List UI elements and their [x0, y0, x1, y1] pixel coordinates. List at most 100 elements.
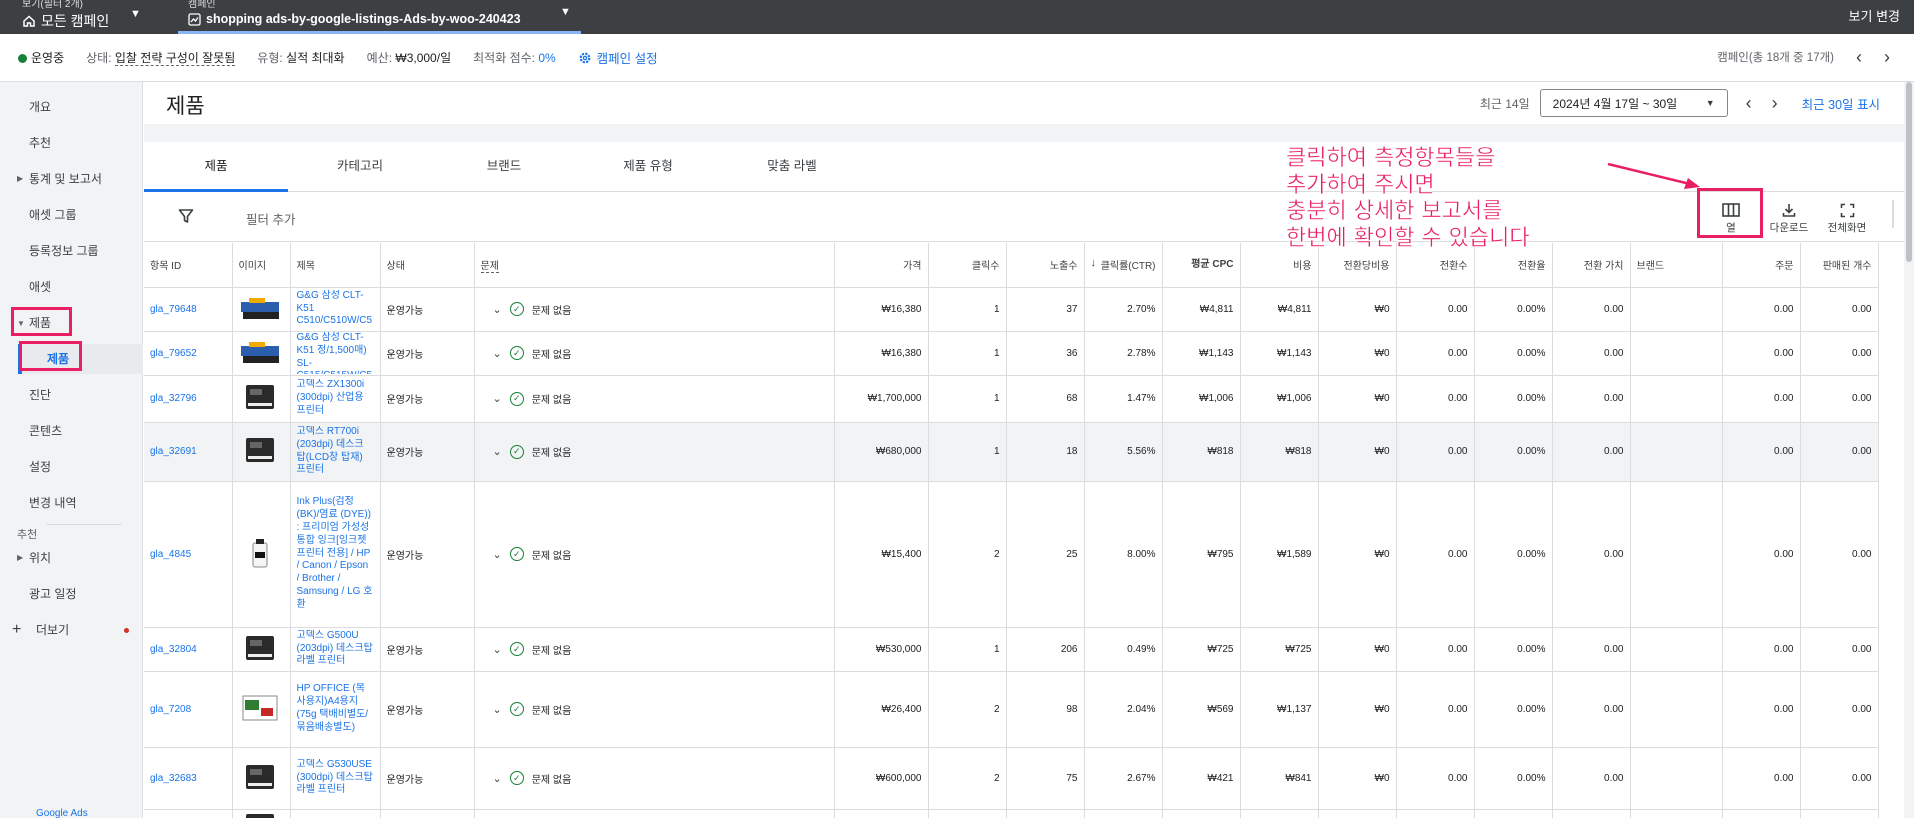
product-thumbnail[interactable] [239, 336, 281, 368]
budget-value[interactable]: ₩3,000/일 [395, 51, 451, 65]
cell-title[interactable]: 고덱스 G500U (203dpi) 데스크탑 라벨 프린터 [290, 627, 381, 672]
cell-item-id[interactable]: gla_4845 [144, 481, 233, 628]
col-item-id[interactable]: 항목 ID [144, 243, 233, 288]
tab-brands[interactable]: 브랜드 [432, 142, 576, 192]
cell-item-id[interactable]: gla_32796 [144, 375, 233, 423]
col-orders[interactable]: 주문 [1722, 243, 1801, 288]
table-row[interactable]: gla_79648 G&G 삼성 CLT-K51 C510/C510W/C5 운영가… [144, 287, 1879, 332]
tab-categories[interactable]: 카테고리 [288, 142, 432, 192]
sidebar-item-overview[interactable]: 개요 [0, 92, 143, 122]
product-thumbnail[interactable] [239, 434, 281, 466]
next-campaign-icon[interactable]: › [1884, 48, 1890, 66]
download-button[interactable]: 다운로드 [1760, 200, 1818, 235]
item-id-link[interactable]: gla_7208 [150, 704, 191, 715]
product-thumbnail[interactable] [239, 810, 281, 818]
expand-chevron-icon[interactable]: ⌄ [493, 772, 502, 785]
product-thumbnail[interactable] [239, 537, 281, 569]
cell-item-id[interactable] [144, 809, 233, 818]
product-title-link[interactable]: 고덱스 ZX1300i (300dpi) 산업용 프린터 [297, 379, 374, 417]
cell-item-id[interactable]: gla_79652 [144, 331, 233, 376]
item-id-link[interactable]: gla_32796 [150, 393, 197, 404]
item-id-link[interactable]: gla_4845 [150, 549, 191, 560]
sidebar-item-asset-groups[interactable]: 애셋 그룹 [0, 200, 143, 230]
cell-title[interactable]: 고덱스 ZX1300i (300dpi) 산업용 프린터 [290, 375, 381, 423]
scrollbar-thumb[interactable] [1906, 82, 1912, 262]
tab-product-types[interactable]: 제품 유형 [576, 142, 720, 192]
sidebar-item-more[interactable]: + 더보기 [0, 615, 143, 645]
expand-chevron-icon[interactable]: ⌄ [493, 703, 502, 716]
cell-item-id[interactable]: gla_32683 [144, 747, 233, 810]
table-row[interactable]: gla_32796 고덱스 ZX1300i (300dpi) 산업용 프린터 운영가… [144, 375, 1879, 423]
col-clicks[interactable]: 클릭수 [928, 243, 1007, 288]
cell-title[interactable]: HP OFFICE (복사용지)A4용지 (75g 택배비별도/묶음배송별도) [290, 671, 381, 748]
cell-item-id[interactable]: gla_32804 [144, 627, 233, 672]
sidebar-item-locations[interactable]: ▶ 위치 [0, 543, 143, 573]
product-thumbnail[interactable] [239, 632, 281, 664]
cell-title[interactable]: 고덱스 ZX1200i [290, 809, 381, 818]
tab-products[interactable]: 제품 [144, 142, 288, 192]
product-title-link[interactable]: HP OFFICE (복사용지)A4용지 (75g 택배비별도/묶음배송별도) [297, 683, 374, 734]
col-status[interactable]: 상태 [380, 243, 475, 288]
expand-chevron-icon[interactable]: ⌄ [493, 445, 502, 458]
col-title[interactable]: 제목 [290, 243, 381, 288]
expand-chevron-icon[interactable]: ⌄ [493, 392, 502, 405]
fullscreen-button[interactable]: 전체화면 [1818, 200, 1876, 235]
table-row[interactable]: gla_79652 G&G 삼성 CLT-K51 정/1,500매) SL-C51… [144, 331, 1879, 376]
product-title-link[interactable]: 고덱스 G500U (203dpi) 데스크탑 라벨 프린터 [297, 630, 374, 668]
table-row[interactable]: gla_32804 고덱스 G500U (203dpi) 데스크탑 라벨 프린터 운… [144, 627, 1879, 672]
col-price[interactable]: 가격 [834, 243, 929, 288]
sidebar-item-diagnostics[interactable]: 진단 [0, 380, 143, 410]
item-id-link[interactable]: gla_32691 [150, 446, 197, 457]
col-brand[interactable]: 브랜드 [1630, 243, 1723, 288]
page-scrollbar[interactable] [1904, 82, 1914, 818]
add-filter-button[interactable]: 필터 추가 [246, 209, 295, 228]
item-id-link[interactable]: gla_79648 [150, 304, 197, 315]
filter-icon[interactable] [178, 208, 194, 224]
expand-chevron-icon[interactable]: ⌄ [493, 347, 502, 360]
status-value[interactable]: 입찰 전략 구성이 잘못됨 [114, 51, 236, 66]
cell-item-id[interactable]: gla_7208 [144, 671, 233, 748]
table-row[interactable]: gla_32683 고덱스 G530USE (300dpi) 데스크탑 라벨 프린… [144, 747, 1879, 810]
sidebar-item-listing-groups[interactable]: 등록정보 그룹 [0, 236, 143, 266]
sidebar-item-insights-reports[interactable]: ▶ 통계 및 보고서 [0, 164, 143, 194]
date-range-picker[interactable]: 2024년 4월 17일 ~ 30일 ▼ [1539, 89, 1728, 117]
col-units-sold[interactable]: 판매된 개수 [1800, 243, 1879, 288]
view-caret-icon[interactable]: ▼ [130, 8, 141, 20]
sidebar-item-change-history[interactable]: 변경 내역 [0, 488, 143, 518]
cell-title[interactable]: 고덱스 G530USE (300dpi) 데스크탑 라벨 프린터 [290, 747, 381, 810]
table-row[interactable]: gla_32691 고덱스 RT700i (203dpi) 데스크 탑(LCD창 … [144, 422, 1879, 482]
item-id-link[interactable]: gla_32683 [150, 773, 197, 784]
cell-title[interactable]: G&G 삼성 CLT-K51 C510/C510W/C5 [290, 287, 381, 332]
col-issues[interactable]: 문제 [474, 243, 835, 288]
product-title-link[interactable]: Ink Plus(검정 (BK)/염료 (DYE)) : 프리미엄 가성성 통합… [297, 496, 374, 611]
tab-custom-labels[interactable]: 맞춤 라벨 [720, 142, 864, 192]
campaign-settings-link[interactable]: 캠페인 설정 [578, 48, 658, 67]
sidebar-item-content[interactable]: 콘텐츠 [0, 416, 143, 446]
prev-campaign-icon[interactable]: ‹ [1856, 48, 1862, 66]
col-conv-value[interactable]: 전환 가치 [1552, 243, 1631, 288]
product-title-link[interactable]: G&G 삼성 CLT-K51 C510/C510W/C5 [297, 290, 374, 328]
sidebar-item-ad-schedule[interactable]: 광고 일정 [0, 579, 143, 609]
next-period-icon[interactable]: › [1772, 94, 1778, 112]
cell-title[interactable]: Ink Plus(검정 (BK)/염료 (DYE)) : 프리미엄 가성성 통합… [290, 481, 381, 628]
table-row[interactable]: gla_7208 HP OFFICE (복사용지)A4용지 (75g 택배비별도/… [144, 671, 1879, 748]
product-thumbnail[interactable] [239, 292, 281, 324]
sidebar-item-recommendations[interactable]: 추천 [0, 128, 143, 158]
cell-title[interactable]: 고덱스 RT700i (203dpi) 데스크 탑(LCD창 탑재) 프린터 [290, 422, 381, 482]
product-thumbnail[interactable] [239, 381, 281, 413]
campaign-selector[interactable]: 캠페인 shopping ads-by-google-listings-Ads-… [178, 0, 581, 34]
table-row[interactable]: gla_4845 Ink Plus(검정 (BK)/염료 (DYE)) : 프리미… [144, 481, 1879, 628]
col-ctr[interactable]: ↓ 클릭률(CTR) [1084, 243, 1163, 288]
product-title-link[interactable]: 고덱스 G530USE (300dpi) 데스크탑 라벨 프린터 [297, 759, 374, 797]
cell-item-id[interactable]: gla_79648 [144, 287, 233, 332]
item-id-link[interactable]: gla_32804 [150, 644, 197, 655]
cell-item-id[interactable]: gla_32691 [144, 422, 233, 482]
col-avg-cpc[interactable]: 평균 CPC [1162, 243, 1241, 288]
product-title-link[interactable]: G&G 삼성 CLT-K51 정/1,500매) SL-C515/C515W/C… [297, 332, 374, 374]
product-thumbnail[interactable] [239, 692, 281, 724]
expand-chevron-icon[interactable]: ⌄ [493, 548, 502, 561]
show-last-30-days-link[interactable]: 최근 30일 표시 [1802, 94, 1880, 113]
expand-chevron-icon[interactable]: ⌄ [493, 643, 502, 656]
product-title-link[interactable]: 고덱스 RT700i (203dpi) 데스크 탑(LCD창 탑재) 프린터 [297, 426, 374, 477]
campaign-caret-icon[interactable]: ▼ [560, 6, 571, 18]
